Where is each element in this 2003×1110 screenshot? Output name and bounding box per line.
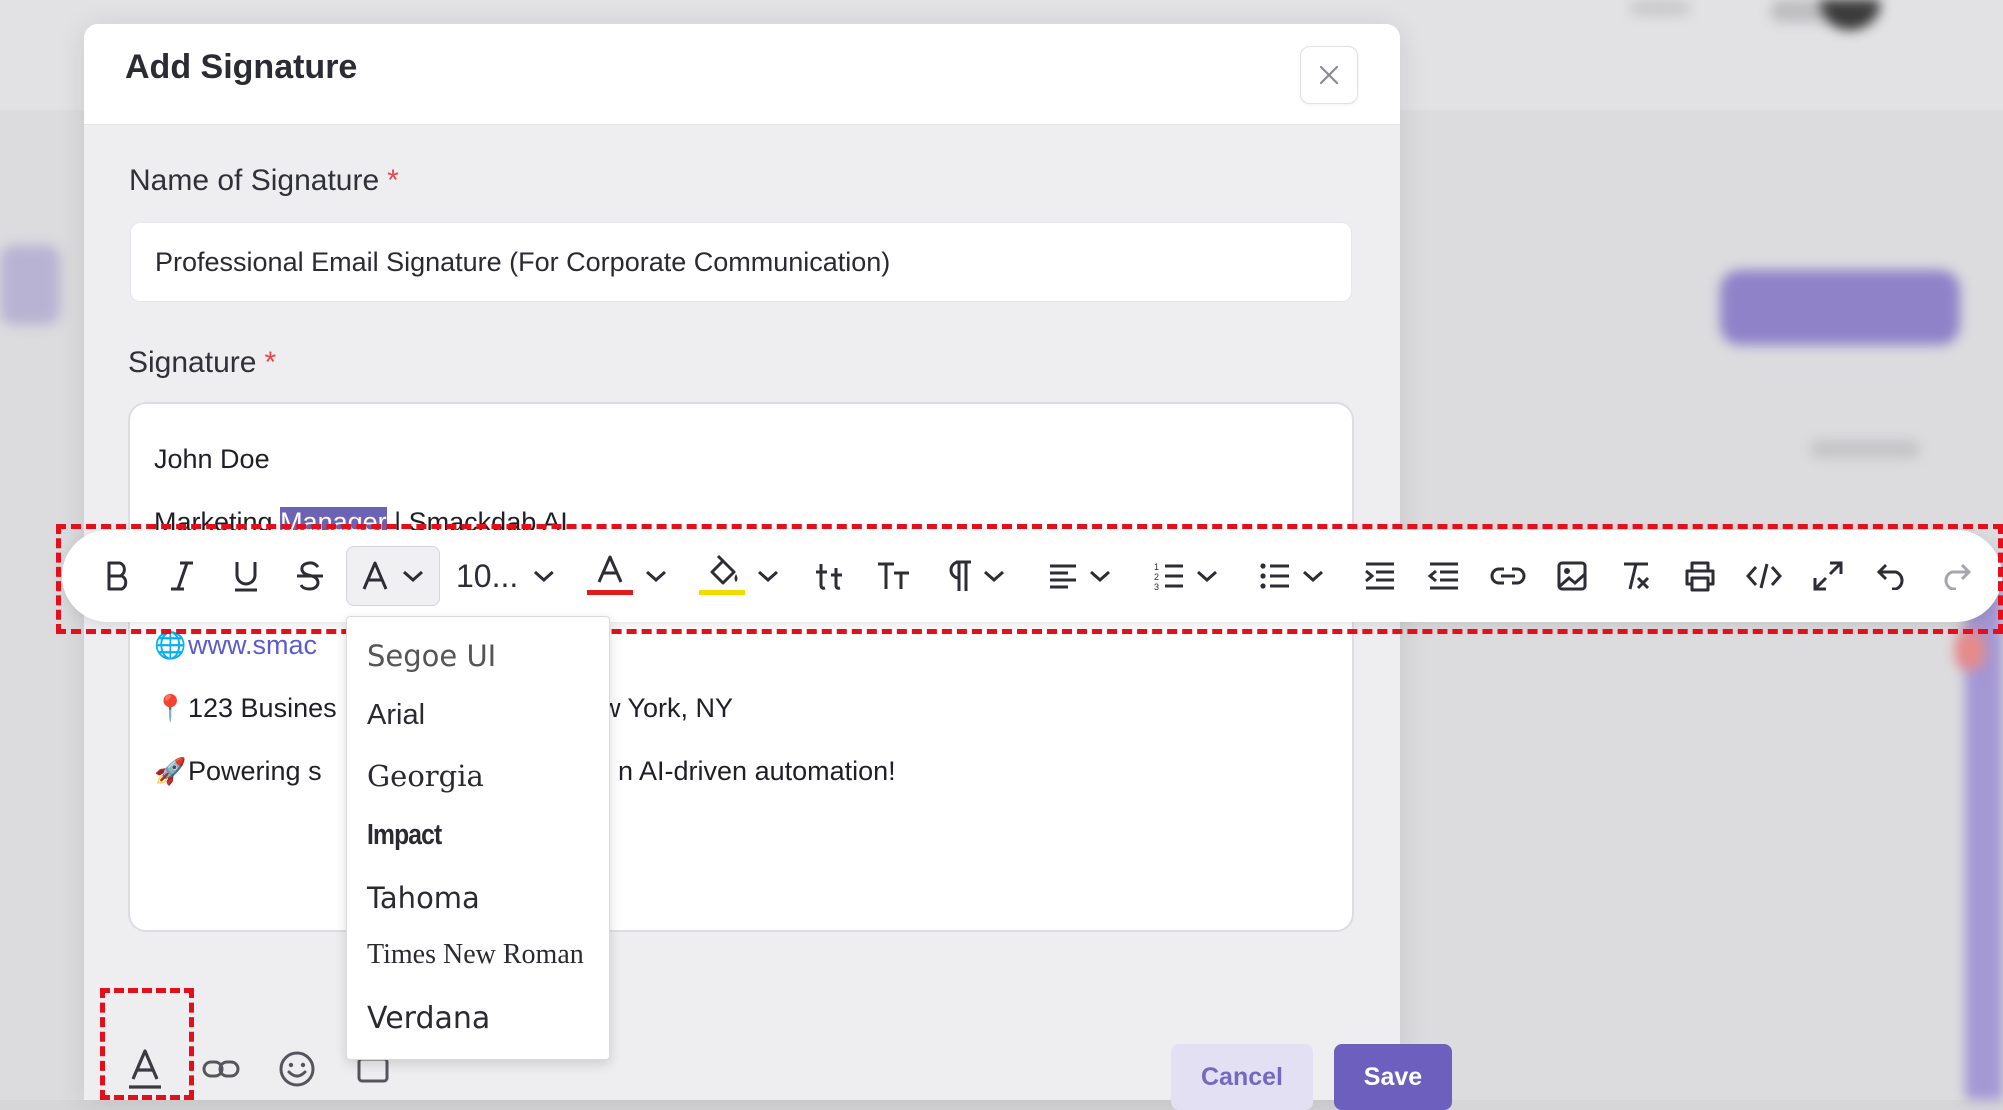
background-sidebar-item — [0, 245, 60, 325]
background-element — [1630, 0, 1690, 16]
font-option-georgia[interactable]: Georgia — [367, 759, 484, 793]
font-option-impact[interactable]: Impact — [367, 819, 442, 852]
pin-icon: 📍 — [154, 693, 187, 723]
font-option-times-new-roman[interactable]: Times New Roman — [367, 939, 584, 971]
signature-text: 123 Busines — [188, 693, 337, 723]
background-primary-button — [1720, 270, 1960, 345]
signature-text: Powering s — [188, 756, 322, 786]
close-button[interactable] — [1300, 46, 1358, 104]
font-option-segoe-ui[interactable]: Segoe UI — [367, 639, 496, 673]
background-text — [1810, 440, 1920, 458]
signature-text: w York, NY — [601, 693, 734, 723]
signature-field-label: Signature * — [128, 346, 276, 380]
insert-link-button[interactable] — [196, 1044, 246, 1094]
required-mark: * — [264, 346, 277, 379]
signature-line-website: 🌐www.smac — [154, 630, 317, 661]
name-field-label: Name of Signature * — [129, 164, 399, 198]
font-option-verdana[interactable]: Verdana — [367, 1001, 490, 1036]
emoji-button[interactable] — [272, 1044, 322, 1094]
signature-field-label-text: Signature — [128, 346, 257, 379]
modal-header: Add Signature — [84, 24, 1400, 125]
signature-line-tagline: 🚀Powering s n AI-driven automation! — [154, 756, 896, 787]
signature-text: n AI-driven automation! — [618, 756, 896, 786]
name-field-label-text: Name of Signature — [129, 164, 380, 197]
signature-line-address: 📍123 Busines w York, NY — [154, 693, 733, 724]
rocket-icon: 🚀 — [154, 756, 187, 786]
font-family-dropdown: Segoe UI Arial Georgia Impact Tahoma Tim… — [346, 616, 610, 1060]
signature-editor[interactable]: John Doe Marketing Manager | Smackdab AI… — [128, 402, 1354, 932]
close-icon — [1319, 65, 1339, 85]
save-button[interactable]: Save — [1334, 1044, 1452, 1110]
link-icon — [202, 1060, 240, 1078]
required-mark: * — [387, 164, 399, 197]
smiley-icon — [279, 1051, 315, 1087]
cancel-button[interactable]: Cancel — [1171, 1044, 1313, 1110]
website-link[interactable]: www.smac — [188, 630, 317, 660]
globe-icon: 🌐 — [154, 630, 187, 660]
signature-line-name: John Doe — [154, 444, 270, 474]
background-element — [1955, 630, 1985, 670]
font-option-arial[interactable]: Arial — [367, 699, 425, 732]
font-option-tahoma[interactable]: Tahoma — [367, 881, 480, 915]
annotation-highlight — [100, 988, 194, 1100]
signature-name-input[interactable] — [130, 222, 1352, 302]
modal-title: Add Signature — [125, 48, 358, 86]
